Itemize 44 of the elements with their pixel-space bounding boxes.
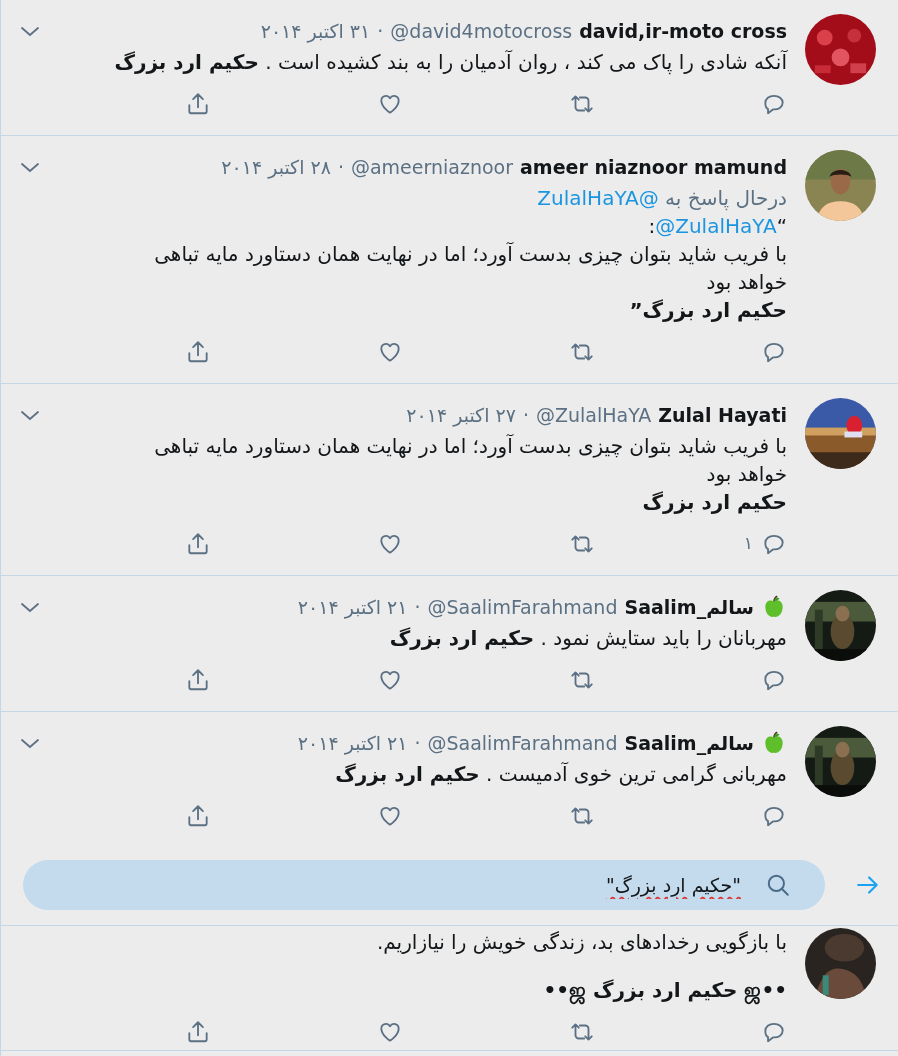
share-icon[interactable] (185, 531, 211, 557)
tweet-text: با فریب شاید بتوان چیزی بدست آورد؛ اما در نهایت همان دستاورد مایه تباهی خواهد بود (153, 433, 787, 488)
user-name: سالم_Saalim (624, 594, 754, 621)
tweet-text: مهربانان را باید ستایش نمود . حکیم ارد بزرگ (388, 625, 787, 652)
user-name: Zulal Hayati (658, 402, 787, 428)
tweet-date: ۲۸ اکتبر ۲۰۱۴ (221, 154, 331, 181)
signature-text: ••ஜ حکیم ارد بزرگ ஜ•• (105, 976, 787, 1004)
tweet-text: با بازگویی رخدادهای بد، زندگی خویش را نیازاریم. (375, 929, 787, 956)
user-handle: @ZulalHaYA (535, 402, 652, 428)
user-handle: @ameerniaznoor (350, 154, 513, 180)
user-handle: @SaalimFarahmand (427, 594, 618, 620)
tweet-date: ۳۱ اکتبر ۲۰۱۴ (260, 18, 371, 45)
chevron-icon[interactable] (19, 736, 41, 750)
share-icon[interactable] (185, 1019, 211, 1045)
tweet-text: با فریب شاید بتوان چیزی بدست آورد؛ اما در نهایت همان دستاورد مایه تباهی خواهد بود (153, 241, 787, 296)
share-icon[interactable] (185, 91, 211, 117)
separator-dot: · (337, 154, 344, 180)
separator-dot: · (414, 730, 421, 756)
share-icon[interactable] (185, 667, 211, 693)
tweet-date: ۲۱ اکتبر ۲۰۱۴ (297, 730, 408, 757)
tweet-date: ۲۱ اکتبر ۲۰۱۴ (297, 594, 408, 621)
user-handle: @david4motocross (390, 18, 573, 44)
quote-line: “ @ZulalHaYA : (647, 213, 787, 240)
separator-dot: · (414, 594, 421, 620)
share-icon[interactable] (185, 339, 211, 365)
search-icon (765, 872, 791, 898)
user-handle: @SaalimFarahmand (427, 730, 618, 756)
chevron-icon[interactable] (19, 24, 41, 38)
separator-dot: · (377, 18, 384, 44)
chevron-icon[interactable] (19, 160, 41, 174)
search-field[interactable]: "حکیم ارد بزرگ" (23, 860, 825, 910)
tweet-text: آنکه شادی را پاک می کند ، روان آدمیان را به بند کشیده است . حکیم ارد بزرگ (113, 49, 787, 76)
user-name: david,ir-moto cross (579, 18, 787, 44)
user-name: سالم_Saalim (624, 730, 754, 757)
signature-text: حکیم ارد بزرگ” (628, 297, 787, 324)
chevron-icon[interactable] (19, 408, 41, 422)
share-icon[interactable] (185, 803, 211, 829)
signature-text: حکیم ارد بزرگ (641, 489, 787, 516)
chevron-icon[interactable] (19, 600, 41, 614)
separator-dot: · (522, 402, 529, 428)
reply-count: ۱ (743, 532, 753, 556)
tweet-date: ۲۷ اکتبر ۲۰۱۴ (406, 402, 516, 429)
tweet-text: مهربانی گرامی ترین خوی آدمیست . حکیم ارد بزرگ (334, 761, 787, 788)
user-name: ameer niaznoor mamund (520, 154, 787, 180)
